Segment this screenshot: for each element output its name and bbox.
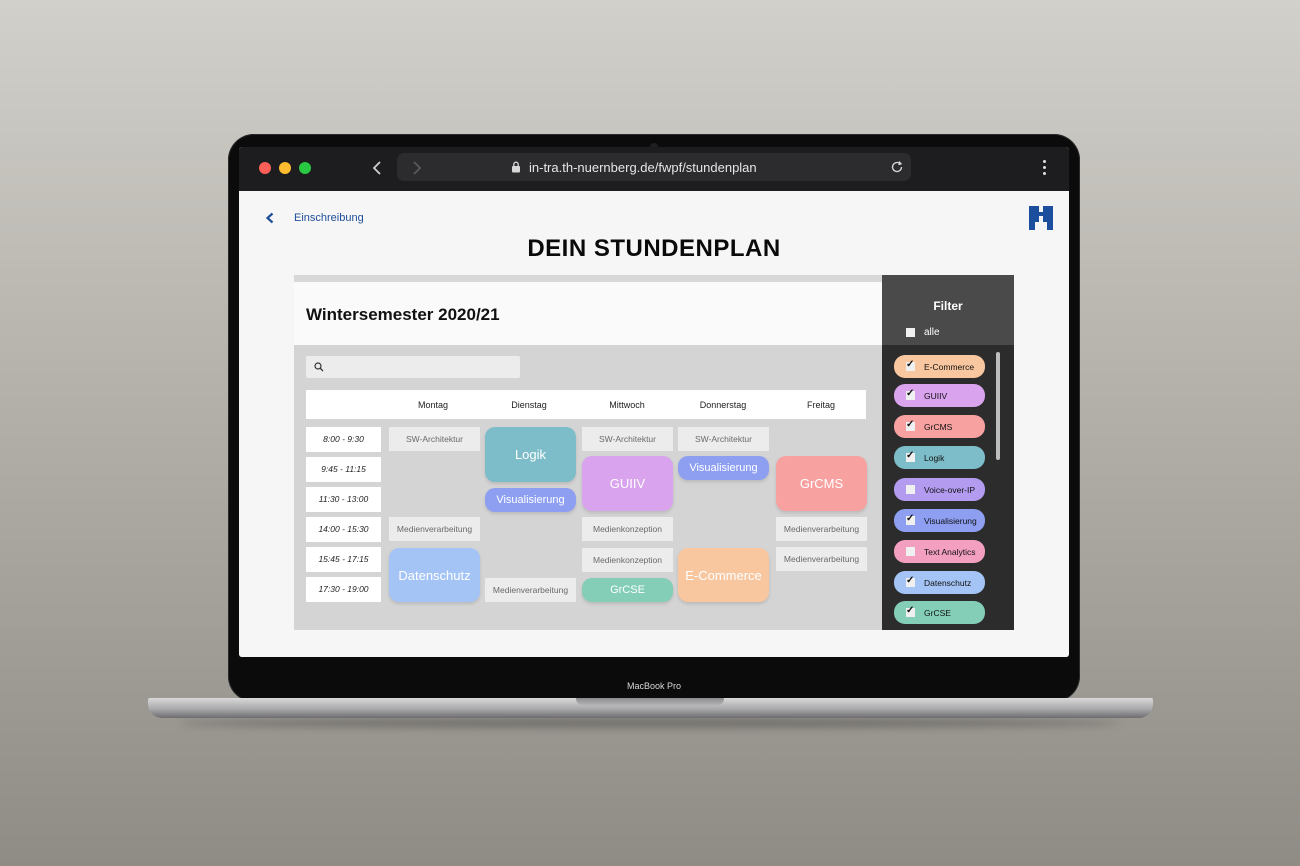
time-slot-3: 11:30 - 13:00 — [306, 487, 381, 512]
day-header-thursday: Donnerstag — [699, 400, 747, 410]
browser-forward-button[interactable] — [407, 156, 427, 180]
filter-item-grcse[interactable]: GrCSE — [894, 601, 985, 624]
course-grcse[interactable]: GrCSE — [582, 578, 673, 602]
filter-item-visualisierung[interactable]: Visualisierung — [894, 509, 985, 532]
slot-thursday-sw-architektur[interactable]: SW-Architektur — [678, 427, 769, 451]
card-top-border — [294, 275, 883, 282]
slot-monday-sw-architektur[interactable]: SW-Architektur — [389, 427, 480, 451]
checkbox-checked-icon — [906, 388, 915, 400]
time-slot-5: 15:45 - 17:15 — [306, 547, 381, 572]
filter-item-grcms[interactable]: GrCMS — [894, 415, 985, 438]
search-icon — [314, 362, 324, 372]
checkbox-checked-icon — [906, 513, 915, 525]
time-slot-4: 14:00 - 15:30 — [306, 517, 381, 542]
filter-item-e-commerce[interactable]: E-Commerce — [894, 355, 985, 378]
laptop-base — [148, 698, 1153, 718]
browser-toolbar: in-tra.th-nuernberg.de/fwpf/stundenplan — [239, 147, 1069, 191]
filter-item-label: GrCSE — [924, 607, 951, 618]
chevron-left-icon — [265, 212, 274, 224]
slot-wednesday-medienkonzeption-1[interactable]: Medienkonzeption — [582, 517, 673, 541]
filter-panel: Filter alle E-Commerce GUIIV GrCMS Logik… — [882, 275, 1014, 630]
browser-back-button[interactable] — [367, 156, 387, 180]
reload-icon[interactable] — [890, 160, 904, 174]
day-header-tuesday: Dienstag — [511, 400, 547, 410]
checkbox-icon — [906, 485, 915, 494]
filter-item-guiiv[interactable]: GUIIV — [894, 384, 985, 407]
web-page: Einschreibung DEIN STUNDENPLAN Wintersem… — [239, 191, 1069, 657]
filter-item-label: E-Commerce — [924, 361, 975, 372]
filter-item-voice-over-ip[interactable]: Voice-over-IP — [894, 478, 985, 501]
filter-item-text-analytics[interactable]: Text Analytics — [894, 540, 985, 563]
chevron-right-icon — [413, 161, 422, 175]
filter-item-label: GrCMS — [924, 421, 953, 432]
checkbox-checked-icon — [906, 359, 915, 371]
course-grcms[interactable]: GrCMS — [776, 456, 867, 511]
course-logik[interactable]: Logik — [485, 427, 576, 482]
schedule-card: Wintersemester 2020/21 Montag Dienstag M… — [294, 275, 883, 630]
laptop-notch — [576, 698, 724, 706]
close-window-button[interactable] — [259, 162, 271, 174]
page-title: DEIN STUNDENPLAN — [527, 235, 781, 262]
filter-item-label: GUIIV — [924, 390, 948, 401]
course-e-commerce[interactable]: E-Commerce — [678, 548, 769, 602]
more-menu-icon[interactable] — [1041, 160, 1047, 178]
filter-item-label: Datenschutz — [924, 577, 972, 588]
timetable: Montag Dienstag Mittwoch Donnerstag Frei… — [294, 345, 883, 630]
time-slot-6: 17:30 - 19:00 — [306, 577, 381, 602]
filter-all-label: alle — [924, 327, 940, 338]
back-link-label: Einschreibung — [294, 212, 364, 224]
checkbox-checked-icon — [906, 605, 915, 617]
lock-icon — [512, 161, 520, 173]
slot-friday-medienverarbeitung-2[interactable]: Medienverarbeitung — [776, 547, 867, 571]
address-bar[interactable]: in-tra.th-nuernberg.de/fwpf/stundenplan — [397, 153, 911, 181]
slot-wednesday-sw-architektur[interactable]: SW-Architektur — [582, 427, 673, 451]
filter-item-datenschutz[interactable]: Datenschutz — [894, 571, 985, 594]
filter-all-checkbox[interactable]: alle — [906, 327, 940, 338]
slot-tuesday-medienverarbeitung[interactable]: Medienverarbeitung — [485, 578, 576, 602]
day-header-row: Montag Dienstag Mittwoch Donnerstag Frei… — [306, 390, 866, 419]
slot-wednesday-medienkonzeption-2[interactable]: Medienkonzeption — [582, 548, 673, 572]
slot-monday-medienverarbeitung[interactable]: Medienverarbeitung — [389, 517, 480, 541]
screen: in-tra.th-nuernberg.de/fwpf/stundenplan … — [239, 147, 1069, 657]
checkbox-checked-icon — [906, 419, 915, 431]
time-slot-1: 8:00 - 9:30 — [306, 427, 381, 452]
chevron-left-icon — [372, 161, 381, 175]
time-slot-2: 9:45 - 11:15 — [306, 457, 381, 482]
back-link[interactable]: Einschreibung — [265, 210, 364, 226]
filter-item-label: Voice-over-IP — [924, 484, 976, 495]
checkbox-icon — [906, 547, 915, 556]
filter-item-label: Visualisierung — [924, 515, 977, 526]
course-visualisierung-thursday[interactable]: Visualisierung — [678, 456, 769, 480]
device-label: MacBook Pro — [626, 681, 682, 691]
maximize-window-button[interactable] — [299, 162, 311, 174]
filter-title: Filter — [933, 299, 963, 313]
url-text: in-tra.th-nuernberg.de/fwpf/stundenplan — [529, 160, 757, 175]
search-input[interactable] — [330, 359, 510, 375]
filter-item-label: Text Analytics — [924, 546, 976, 557]
course-datenschutz[interactable]: Datenschutz — [389, 548, 480, 602]
slot-friday-medienverarbeitung-1[interactable]: Medienverarbeitung — [776, 517, 867, 541]
day-header-wednesday: Mittwoch — [609, 400, 645, 410]
day-header-monday: Montag — [417, 400, 449, 410]
laptop-shadow — [180, 718, 1120, 728]
filter-header: Filter alle — [882, 275, 1014, 345]
checkbox-checked-icon — [906, 575, 915, 587]
filter-scrollbar[interactable] — [996, 352, 1000, 460]
th-logo-icon — [1029, 206, 1053, 230]
laptop-lid: in-tra.th-nuernberg.de/fwpf/stundenplan … — [228, 134, 1080, 702]
checkbox-icon — [906, 328, 915, 337]
filter-item-logik[interactable]: Logik — [894, 446, 985, 469]
semester-heading: Wintersemester 2020/21 — [306, 305, 500, 324]
course-guiiv[interactable]: GUIIV — [582, 456, 673, 511]
filter-item-label: Logik — [924, 452, 945, 463]
course-visualisierung-tuesday[interactable]: Visualisierung — [485, 488, 576, 512]
day-header-friday: Freitag — [806, 400, 835, 410]
checkbox-checked-icon — [906, 450, 915, 462]
search-field[interactable] — [306, 356, 520, 378]
minimize-window-button[interactable] — [279, 162, 291, 174]
